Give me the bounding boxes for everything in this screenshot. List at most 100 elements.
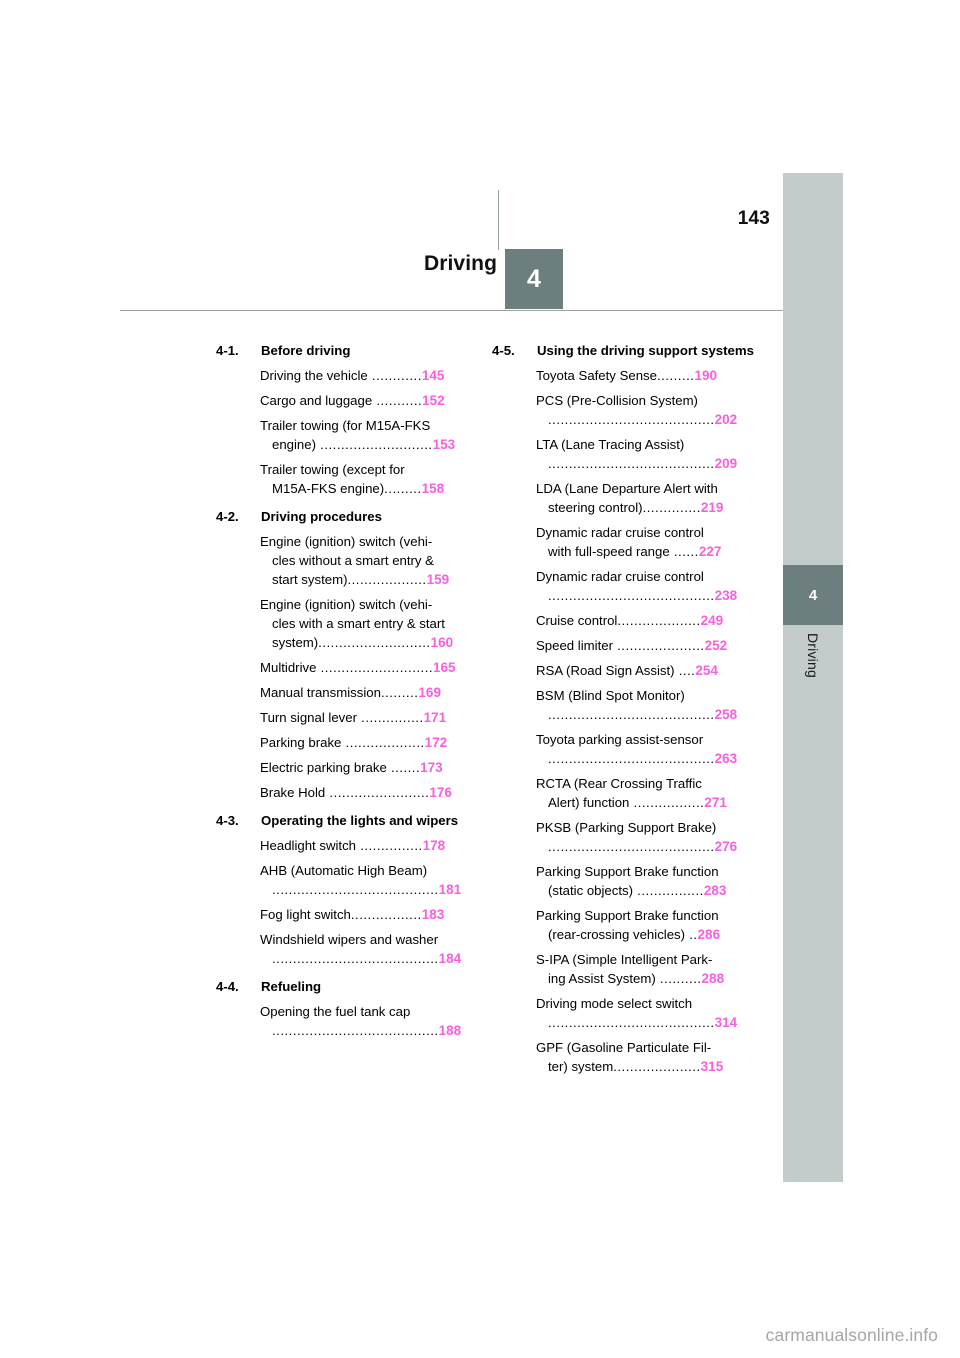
toc-entry[interactable]: Headlight switch ...............178	[260, 836, 482, 855]
chapter-tab-4[interactable]: 4	[783, 565, 843, 625]
toc-entry-page-number: 152	[422, 393, 445, 408]
toc-entry[interactable]: Toyota parking assist-sensor............…	[536, 730, 758, 768]
watermark: carmanualsonline.info	[765, 1325, 938, 1345]
toc-entry-page-number: 263	[714, 751, 738, 766]
toc-entry-line: Trailer towing (for M15A-FKS	[260, 416, 482, 435]
toc-section-title: Refueling	[261, 979, 322, 994]
toc-entry-text: system)	[272, 635, 319, 650]
toc-leader-dots: ......	[669, 544, 699, 559]
toc-entry[interactable]: Parking Support Brake function (static ob…	[536, 862, 758, 900]
toc-section-number: 4-1.	[216, 343, 239, 358]
toc-entry-page-number: 145	[421, 368, 445, 383]
toc-entry[interactable]: Driving mode select switch..............…	[536, 994, 758, 1032]
toc-leader-dots: ...........	[372, 393, 423, 408]
toc-entry-line: ........................................…	[260, 1021, 482, 1040]
toc-leader-dots: ........................................	[548, 1015, 715, 1030]
toc-entry-text: Multidrive	[260, 660, 317, 675]
toc-entry-text: Engine (ignition) switch (vehi-	[260, 534, 433, 549]
toc-entry-text: RSA (Road Sign Assist)	[536, 663, 675, 678]
toc-entry[interactable]: Speed limiter .....................252	[536, 636, 758, 655]
toc-entry-text: Toyota parking assist-sensor	[536, 732, 704, 747]
toc-entry-line: M15A-FKS engine).........158	[260, 479, 482, 498]
toc-section-title: Operating the lights and wipers	[261, 813, 459, 828]
toc-leader-dots: ........................................	[272, 1023, 439, 1038]
toc-entry[interactable]: Dynamic radar cruise control............…	[536, 567, 758, 605]
toc-entry-page-number: 171	[423, 710, 447, 725]
toc-leader-dots: ........................................	[272, 882, 439, 897]
toc-entry-line: Driving mode select switch	[536, 994, 758, 1013]
toc-entry-page-number: 153	[432, 437, 456, 452]
toc-leader-dots: ........................................	[548, 839, 715, 854]
toc-entry-text: LTA (Lane Tracing Assist)	[536, 437, 685, 452]
toc-entry-line: Dynamic radar cruise control	[536, 523, 758, 542]
toc-entry-line: ........................................…	[536, 705, 758, 724]
toc-entry[interactable]: PCS (Pre-Collision System)..............…	[536, 391, 758, 429]
toc-entry[interactable]: Engine (ignition) switch (vehi-cles with…	[260, 532, 482, 589]
toc-leader-dots: ...............	[357, 710, 424, 725]
toc-entry-line: Toyota parking assist-sensor	[536, 730, 758, 749]
toc-leader-dots: ....	[674, 663, 696, 678]
toc-entry[interactable]: Driving the vehicle ............145	[260, 366, 482, 385]
toc-entry[interactable]: Parking brake ...................172	[260, 733, 482, 752]
toc-entry-text: cles without a smart entry &	[272, 553, 434, 568]
page-title: Driving	[423, 252, 497, 275]
toc-entry[interactable]: S-IPA (Simple Intelligent Park-ing Assis…	[536, 950, 758, 988]
toc-section-number: 4-5.	[492, 343, 515, 358]
toc-entry-line: AHB (Automatic High Beam)	[260, 861, 482, 880]
toc-entry[interactable]: LTA (Lane Tracing Assist)...............…	[536, 435, 758, 473]
toc-entry[interactable]: Cruise control....................249	[536, 611, 758, 630]
toc-leader-dots: ........................................	[548, 412, 715, 427]
toc-section-number: 4-4.	[216, 979, 239, 994]
toc-entry-page-number: 184	[438, 951, 462, 966]
toc-entry[interactable]: Trailer towing (except for M15A-FKS engin…	[260, 460, 482, 498]
toc-entry-line: LTA (Lane Tracing Assist)	[536, 435, 758, 454]
toc-entry[interactable]: RCTA (Rear Crossing Traffic Alert) functi…	[536, 774, 758, 812]
toc-entry[interactable]: LDA (Lane Departure Alert with steering c…	[536, 479, 758, 517]
toc-entry[interactable]: Parking Support Brake function (rear-cros…	[536, 906, 758, 944]
toc-section-heading: 4-5. Using the driving support systems	[492, 341, 758, 360]
toc-entry-line: (rear-crossing vehicles) ..286	[536, 925, 758, 944]
toc-entry[interactable]: Manual transmission.........169	[260, 683, 482, 702]
toc-leader-dots: ........................................	[548, 588, 715, 603]
toc-entry-line: ........................................…	[260, 880, 482, 899]
toc-entry[interactable]: Dynamic radar cruise control with full-sp…	[536, 523, 758, 561]
toc-leader-dots: ..........	[655, 971, 702, 986]
toc-entry[interactable]: Electric parking brake .......173	[260, 758, 482, 777]
toc-entry-line: Engine (ignition) switch (vehi-	[260, 595, 482, 614]
toc-entry[interactable]: GPF (Gasoline Particulate Fil-ter) syste…	[536, 1038, 758, 1076]
toc-entry[interactable]: Toyota Safety Sense.........190	[536, 366, 758, 385]
toc-entry[interactable]: Engine (ignition) switch (vehi-cles with…	[260, 595, 482, 652]
toc-entry[interactable]: Windshield wipers and washer............…	[260, 930, 482, 968]
toc-entry-page-number: 254	[695, 663, 718, 678]
toc-leader-dots: ...............	[356, 838, 423, 853]
toc-leader-dots: ...........................	[316, 660, 434, 675]
toc-entry[interactable]: Fog light switch.................183	[260, 905, 482, 924]
toc-entry[interactable]: Turn signal lever ...............171	[260, 708, 482, 727]
toc-entry-text: AHB (Automatic High Beam)	[260, 863, 428, 878]
toc-entry[interactable]: Brake Hold ........................176	[260, 783, 482, 802]
toc-entry[interactable]: RSA (Road Sign Assist) ....254	[536, 661, 758, 680]
toc-entry[interactable]: BSM (Blind Spot Monitor)................…	[536, 686, 758, 724]
toc-entry[interactable]: AHB (Automatic High Beam)...............…	[260, 861, 482, 899]
toc-entry-page-number: 158	[421, 481, 445, 496]
toc-entry-text: Speed limiter	[536, 638, 613, 653]
toc-entry[interactable]: Trailer towing (for M15A-FKS engine) ....…	[260, 416, 482, 454]
toc-entry-line: Windshield wipers and washer	[260, 930, 482, 949]
toc-entry[interactable]: Multidrive ...........................16…	[260, 658, 482, 677]
header-vertical-rule	[498, 190, 499, 250]
toc-entry-line: Electric parking brake .......173	[260, 758, 482, 777]
toc-entry-text: Turn signal lever	[260, 710, 357, 725]
toc-entry[interactable]: PKSB (Parking Support Brake)............…	[536, 818, 758, 856]
toc-leader-dots: ...................	[341, 735, 425, 750]
toc-entry-line: with full-speed range ......227	[536, 542, 758, 561]
toc-entry-text: LDA (Lane Departure Alert with	[536, 481, 718, 496]
chapter-number-badge: 4	[505, 249, 563, 309]
toc-entry-text: start system)	[272, 572, 348, 587]
toc-entry-page-number: 238	[714, 588, 738, 603]
toc-entry-page-number: 202	[714, 412, 738, 427]
toc-entry[interactable]: Opening the fuel tank cap...............…	[260, 1002, 482, 1040]
toc-entry-text: Dynamic radar cruise control	[536, 569, 704, 584]
toc-entry[interactable]: Cargo and luggage ...........152	[260, 391, 482, 410]
toc-entry-line: Cruise control....................249	[536, 611, 758, 630]
toc-entry-text: GPF (Gasoline Particulate Fil-	[536, 1040, 712, 1055]
